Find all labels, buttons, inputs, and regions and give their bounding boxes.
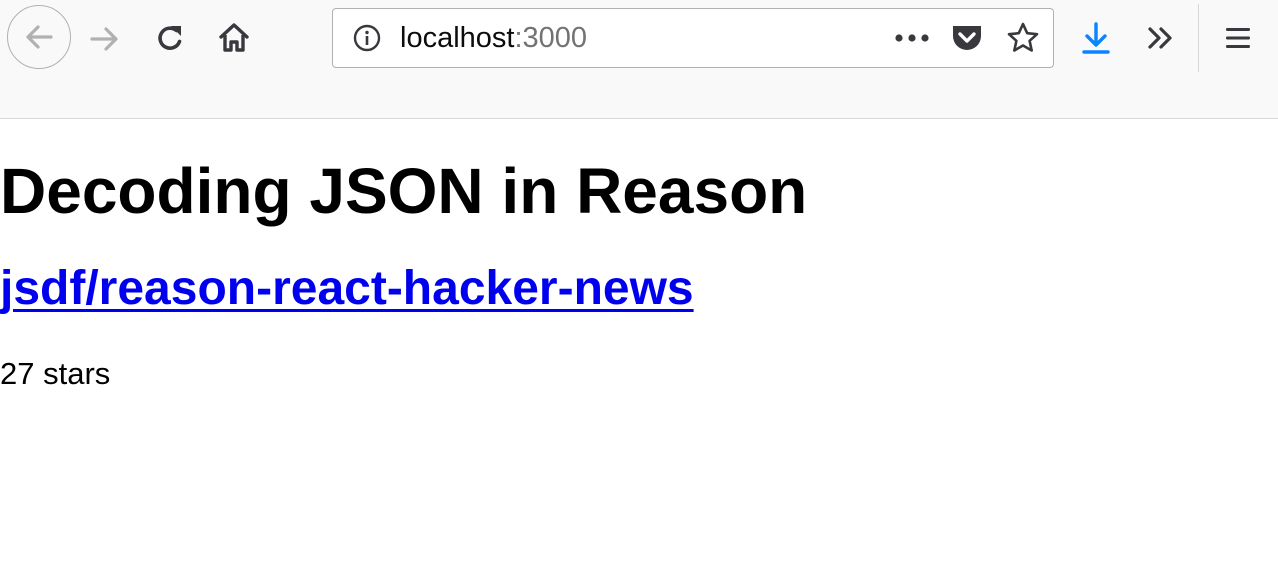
reload-button[interactable] (150, 18, 190, 58)
reload-icon (158, 26, 182, 50)
bookmark-star-button[interactable] (1003, 19, 1043, 57)
star-icon (1007, 22, 1039, 52)
downloads-button[interactable] (1076, 18, 1116, 58)
page-content: Decoding JSON in Reason jsdf/reason-reac… (0, 120, 1278, 576)
site-info-button[interactable] (351, 22, 383, 54)
pocket-icon (953, 26, 981, 50)
overflow-menu-button[interactable] (1141, 20, 1181, 56)
more-horizontal-icon (895, 34, 929, 42)
chevron-double-right-icon (1148, 27, 1172, 49)
page-actions-button[interactable] (891, 22, 933, 54)
forward-button[interactable] (86, 20, 124, 58)
toolbar-separator (1198, 4, 1199, 72)
home-icon (219, 23, 249, 52)
arrow-left-icon (26, 25, 53, 49)
url-text[interactable]: localhost:3000 (400, 21, 587, 55)
browser-toolbar: localhost:3000 (0, 0, 1278, 119)
url-port: :3000 (514, 22, 588, 54)
app-menu-button[interactable] (1218, 20, 1258, 56)
arrow-right-icon (90, 27, 118, 51)
repo-link[interactable]: jsdf/reason-react-hacker-news (0, 262, 694, 315)
hamburger-menu-icon (1226, 28, 1250, 48)
url-bar[interactable]: localhost:3000 (332, 8, 1054, 68)
url-host: localhost (400, 22, 515, 54)
page-title: Decoding JSON in Reason (0, 155, 808, 227)
pocket-button[interactable] (947, 20, 987, 56)
repo-heading: jsdf/reason-react-hacker-news (0, 259, 694, 319)
star-count: 27 stars (0, 356, 111, 391)
download-icon (1082, 22, 1110, 54)
home-button[interactable] (214, 18, 254, 58)
info-icon (353, 24, 381, 52)
back-button[interactable] (7, 5, 71, 69)
